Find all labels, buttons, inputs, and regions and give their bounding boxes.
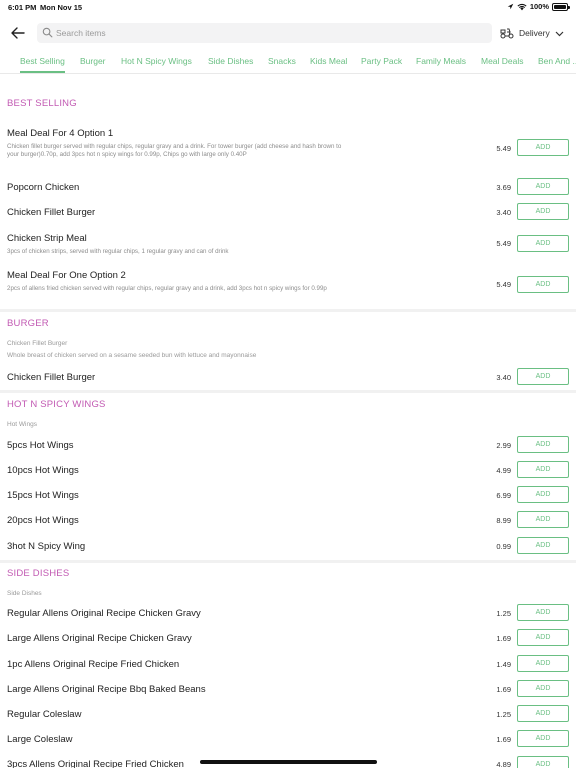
- section-title-side-dishes: SIDE DISHES: [7, 568, 70, 579]
- add-button[interactable]: ADD: [517, 139, 569, 156]
- item-name: Meal Deal For 4 Option 1: [7, 128, 114, 139]
- category-tabs: Best Selling Burger Hot N Spicy Wings Si…: [0, 50, 576, 74]
- item-price: 1.69: [496, 685, 511, 694]
- search-icon: [42, 27, 53, 38]
- item-name: Large Allens Original Recipe Chicken Gra…: [7, 633, 192, 644]
- add-button[interactable]: ADD: [517, 276, 569, 293]
- delivery-selector[interactable]: Delivery: [500, 24, 564, 42]
- search-input[interactable]: [56, 23, 476, 43]
- item-name: Chicken Fillet Burger: [7, 207, 96, 218]
- item-price: 1.25: [496, 710, 511, 719]
- item-name: 3pcs Allens Original Recipe Fried Chicke…: [7, 759, 184, 768]
- section-title-hot-n-spicy-wings: HOT N SPICY WINGS: [7, 399, 106, 410]
- delivery-scooter-icon: [500, 28, 514, 39]
- item-name: Large Allens Original Recipe Bbq Baked B…: [7, 684, 206, 695]
- tab-family-meals[interactable]: Family Meals: [416, 56, 466, 71]
- tab-meal-deals[interactable]: Meal Deals: [481, 56, 524, 71]
- item-price: 1.69: [496, 634, 511, 643]
- status-time: 6:01 PM: [8, 3, 37, 12]
- section-divider: [0, 390, 576, 393]
- item-name: Popcorn Chicken: [7, 182, 80, 193]
- section-divider: [0, 309, 576, 312]
- tab-kids-meal[interactable]: Kids Meal: [310, 56, 347, 71]
- item-name: 3hot N Spicy Wing: [7, 541, 86, 552]
- home-indicator[interactable]: [200, 760, 377, 764]
- item-name: Chicken Fillet Burger: [7, 372, 96, 383]
- add-button[interactable]: ADD: [517, 604, 569, 621]
- item-description: Chicken fillet burger served with regula…: [7, 143, 342, 158]
- battery-percent: 100%: [529, 2, 549, 11]
- add-button[interactable]: ADD: [517, 486, 569, 503]
- back-arrow-icon[interactable]: [9, 24, 27, 42]
- tab-hot-n-spicy-wings[interactable]: Hot N Spicy Wings: [121, 56, 192, 71]
- subcategory-description: Whole breast of chicken served on a sesa…: [7, 352, 257, 359]
- item-price: 5.49: [496, 239, 511, 248]
- item-price: 4.89: [496, 760, 511, 768]
- item-price: 5.49: [496, 280, 511, 289]
- status-date: Mon Nov 15: [40, 3, 83, 12]
- item-name: Regular Allens Original Recipe Chicken G…: [7, 608, 201, 619]
- tab-side-dishes[interactable]: Side Dishes: [208, 56, 253, 71]
- item-price: 3.69: [496, 183, 511, 192]
- add-button[interactable]: ADD: [517, 705, 569, 722]
- item-price: 5.49: [496, 144, 511, 153]
- item-price: 2.99: [496, 441, 511, 450]
- item-description: 3pcs of chicken strips, served with regu…: [7, 248, 229, 255]
- status-bar: 6:01 PM Mon Nov 15 100%: [0, 0, 576, 16]
- section-title-best-selling: BEST SELLING: [7, 98, 77, 109]
- status-right: 100%: [507, 2, 570, 11]
- item-price: 1.49: [496, 660, 511, 669]
- add-button[interactable]: ADD: [517, 730, 569, 747]
- tab-best-selling[interactable]: Best Selling: [20, 56, 65, 73]
- add-button[interactable]: ADD: [517, 235, 569, 252]
- add-button[interactable]: ADD: [517, 655, 569, 672]
- item-price: 3.40: [496, 208, 511, 217]
- item-price: 6.99: [496, 491, 511, 500]
- item-description: 2pcs of allens fried chicken served with…: [7, 285, 327, 292]
- item-name: Large Coleslaw: [7, 734, 73, 745]
- add-button[interactable]: ADD: [517, 203, 569, 220]
- item-name: Meal Deal For One Option 2: [7, 270, 126, 281]
- add-button[interactable]: ADD: [517, 436, 569, 453]
- add-button[interactable]: ADD: [517, 511, 569, 528]
- wifi-icon: [517, 3, 527, 10]
- add-button[interactable]: ADD: [517, 629, 569, 646]
- add-button[interactable]: ADD: [517, 680, 569, 697]
- item-name: Regular Coleslaw: [7, 709, 82, 720]
- item-name: 10pcs Hot Wings: [7, 465, 79, 476]
- top-bar: Delivery: [0, 22, 576, 46]
- item-price: 8.99: [496, 516, 511, 525]
- tab-snacks[interactable]: Snacks: [268, 56, 296, 71]
- add-button[interactable]: ADD: [517, 368, 569, 385]
- battery-icon: [552, 2, 570, 11]
- tab-burger[interactable]: Burger: [80, 56, 106, 71]
- section-divider: [0, 560, 576, 563]
- add-button[interactable]: ADD: [517, 461, 569, 478]
- item-name: 1pc Allens Original Recipe Fried Chicken: [7, 659, 180, 670]
- item-name: 5pcs Hot Wings: [7, 440, 74, 451]
- item-price: 4.99: [496, 466, 511, 475]
- item-name: Chicken Strip Meal: [7, 233, 87, 244]
- chevron-down-icon: [555, 31, 564, 36]
- item-name: 15pcs Hot Wings: [7, 490, 79, 501]
- item-price: 1.69: [496, 735, 511, 744]
- subcategory-title: Hot Wings: [7, 421, 37, 428]
- add-button[interactable]: ADD: [517, 178, 569, 195]
- item-price: 3.40: [496, 373, 511, 382]
- add-button[interactable]: ADD: [517, 537, 569, 554]
- item-price: 0.99: [496, 542, 511, 551]
- search-bar[interactable]: [37, 23, 492, 43]
- menu-list: BEST SELLING Meal Deal For 4 Option 1 Ch…: [0, 75, 576, 768]
- delivery-label: Delivery: [519, 28, 550, 38]
- item-name: 20pcs Hot Wings: [7, 515, 79, 526]
- add-button[interactable]: ADD: [517, 756, 569, 768]
- item-price: 1.25: [496, 609, 511, 618]
- tab-party-pack[interactable]: Party Pack: [361, 56, 402, 71]
- location-icon: [507, 3, 514, 10]
- subcategory-title: Side Dishes: [7, 590, 42, 597]
- section-title-burger: BURGER: [7, 318, 49, 329]
- tab-ben-and[interactable]: Ben And ...: [538, 56, 576, 71]
- subcategory-title: Chicken Fillet Burger: [7, 340, 68, 347]
